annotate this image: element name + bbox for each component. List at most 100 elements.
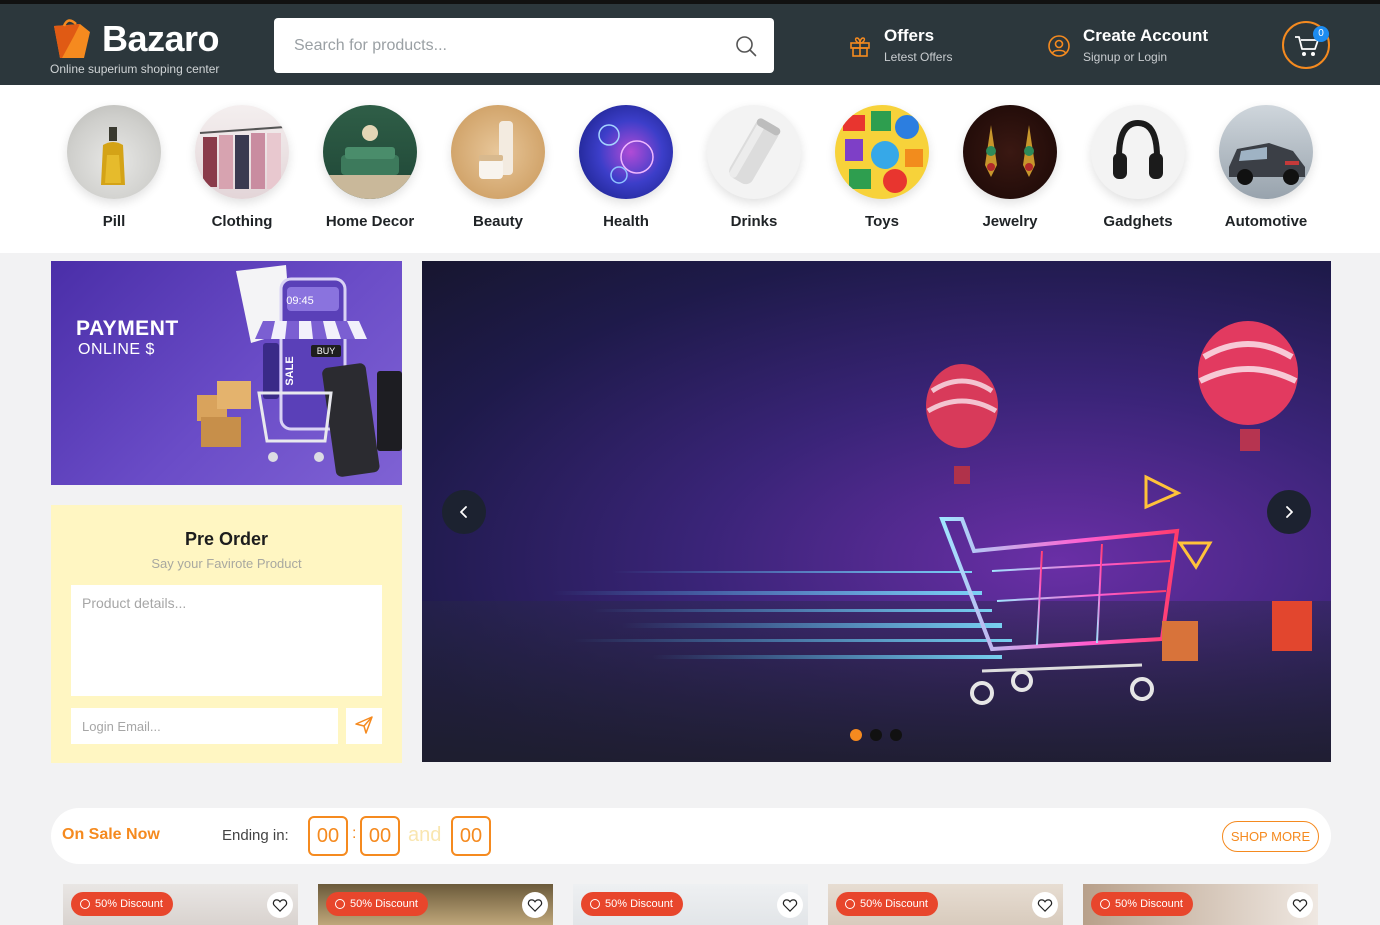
category-clothing[interactable]: Clothing bbox=[192, 105, 292, 235]
product-card[interactable]: 50% Discount bbox=[573, 884, 808, 925]
wishlist-button[interactable] bbox=[777, 892, 803, 918]
search-icon[interactable] bbox=[734, 34, 758, 58]
category-label: Home Decor bbox=[325, 213, 415, 230]
promo-time: 09:45 bbox=[286, 295, 314, 307]
user-icon bbox=[1048, 35, 1070, 57]
category-automotive[interactable]: Automotive bbox=[1216, 105, 1316, 235]
discount-label: 50% Discount bbox=[605, 898, 673, 910]
category-image bbox=[707, 105, 801, 199]
brand-name: Bazaro bbox=[102, 18, 220, 59]
offers-title: Offers bbox=[884, 26, 935, 45]
category-jewelry[interactable]: Jewelry bbox=[960, 105, 1060, 235]
discount-icon bbox=[80, 899, 90, 909]
product-card[interactable]: 50% Discount bbox=[63, 884, 298, 925]
discount-icon bbox=[1100, 899, 1110, 909]
category-label: Beauty bbox=[472, 213, 524, 230]
category-pill[interactable]: Pill bbox=[64, 105, 164, 235]
discount-badge: 50% Discount bbox=[71, 892, 173, 916]
category-image bbox=[195, 105, 289, 199]
discount-label: 50% Discount bbox=[860, 898, 928, 910]
category-label: Health bbox=[603, 213, 649, 230]
wishlist-button[interactable] bbox=[1287, 892, 1313, 918]
ending-in-label: Ending in: bbox=[222, 827, 289, 844]
category-drinks[interactable]: Drinks bbox=[704, 105, 804, 235]
category-beauty[interactable]: Beauty bbox=[448, 105, 548, 235]
shopping-bag-logo-icon bbox=[54, 19, 90, 58]
gift-icon bbox=[850, 37, 870, 57]
brand-tagline: Online superium shoping center bbox=[50, 62, 220, 76]
category-image bbox=[963, 105, 1057, 199]
wishlist-button[interactable] bbox=[267, 892, 293, 918]
product-details-field[interactable] bbox=[71, 585, 382, 696]
category-label: Clothing bbox=[211, 213, 273, 230]
slider-next-button[interactable] bbox=[1267, 490, 1311, 534]
online-shop-illustration: 09:45 BUY SALE bbox=[197, 265, 402, 477]
on-sale-bar: On Sale Now Ending in: 00 : 00 and 00 SH… bbox=[51, 808, 1331, 864]
category-label: Jewelry bbox=[982, 213, 1038, 230]
promo-title: PAYMENT bbox=[76, 317, 179, 340]
discount-badge: 50% Discount bbox=[836, 892, 938, 916]
promo-subtitle: ONLINE $ bbox=[78, 341, 155, 358]
search-input[interactable] bbox=[274, 18, 714, 73]
category-toys[interactable]: Toys bbox=[832, 105, 932, 235]
slider-dot-1[interactable] bbox=[850, 729, 862, 741]
product-card[interactable]: 50% Discount bbox=[828, 884, 1063, 925]
slider-dot-2[interactable] bbox=[870, 729, 882, 741]
category-image bbox=[1091, 105, 1185, 199]
heart-icon bbox=[272, 899, 288, 912]
hero-cart-illustration bbox=[552, 321, 1312, 705]
discount-label: 50% Discount bbox=[95, 898, 163, 910]
product-card[interactable]: 50% Discount bbox=[1083, 884, 1318, 925]
category-label: Drinks bbox=[730, 213, 778, 230]
shop-more-button[interactable]: SHOP MORE bbox=[1222, 821, 1319, 852]
logo[interactable]: Bazaro Online superium shoping center bbox=[50, 14, 220, 78]
discount-icon bbox=[590, 899, 600, 909]
category-image bbox=[1219, 105, 1313, 199]
category-health[interactable]: Health bbox=[576, 105, 676, 235]
chevron-right-icon bbox=[1286, 506, 1293, 518]
offers-link[interactable]: Offers Letest Offers bbox=[848, 24, 998, 68]
create-account-link[interactable]: Create Account Signup or Login bbox=[1047, 24, 1227, 68]
cart-button[interactable]: 0 bbox=[1282, 21, 1330, 69]
slider-prev-button[interactable] bbox=[442, 490, 486, 534]
chevron-left-icon bbox=[460, 506, 467, 518]
account-title: Create Account bbox=[1083, 26, 1209, 45]
category-image bbox=[451, 105, 545, 199]
promo-sale-tag: SALE bbox=[284, 356, 296, 385]
category-home-decor[interactable]: Home Decor bbox=[320, 105, 420, 235]
category-image bbox=[835, 105, 929, 199]
category-image bbox=[579, 105, 673, 199]
send-button[interactable] bbox=[346, 708, 382, 744]
send-icon bbox=[355, 715, 373, 734]
category-label: Toys bbox=[865, 213, 899, 230]
slider-dots bbox=[850, 729, 910, 743]
category-label: Gadghets bbox=[1103, 213, 1173, 230]
category-image bbox=[323, 105, 417, 199]
countdown-hours: 00 bbox=[308, 816, 348, 856]
wishlist-button[interactable] bbox=[1032, 892, 1058, 918]
search-bar bbox=[274, 18, 774, 73]
category-label: Pill bbox=[102, 213, 126, 230]
product-card[interactable]: 50% Discount bbox=[318, 884, 553, 925]
site-header: Bazaro Online superium shoping center Of… bbox=[0, 4, 1380, 85]
hero-slider bbox=[422, 261, 1331, 762]
discount-icon bbox=[335, 899, 345, 909]
category-gadghets[interactable]: Gadghets bbox=[1088, 105, 1188, 235]
countdown-minutes: 00 bbox=[360, 816, 400, 856]
discount-badge: 50% Discount bbox=[1091, 892, 1193, 916]
countdown-seconds: 00 bbox=[451, 816, 491, 856]
countdown-separator: : bbox=[352, 825, 357, 842]
payment-promo-banner[interactable]: PAYMENT ONLINE $ 09:45 BUY SALE bbox=[51, 261, 402, 485]
wishlist-button[interactable] bbox=[522, 892, 548, 918]
category-strip: Pill Clothing Home Decor Beauty Health D… bbox=[0, 85, 1380, 253]
account-subtitle: Signup or Login bbox=[1083, 50, 1168, 64]
login-email-field[interactable] bbox=[71, 708, 338, 744]
discount-label: 50% Discount bbox=[350, 898, 418, 910]
heart-icon bbox=[1037, 899, 1053, 912]
slider-dot-3[interactable] bbox=[890, 729, 902, 741]
category-label: Automotive bbox=[1224, 213, 1308, 230]
cart-count-badge: 0 bbox=[1313, 26, 1329, 42]
promo-buy-tag: BUY bbox=[317, 346, 336, 356]
discount-icon bbox=[845, 899, 855, 909]
heart-icon bbox=[527, 899, 543, 912]
